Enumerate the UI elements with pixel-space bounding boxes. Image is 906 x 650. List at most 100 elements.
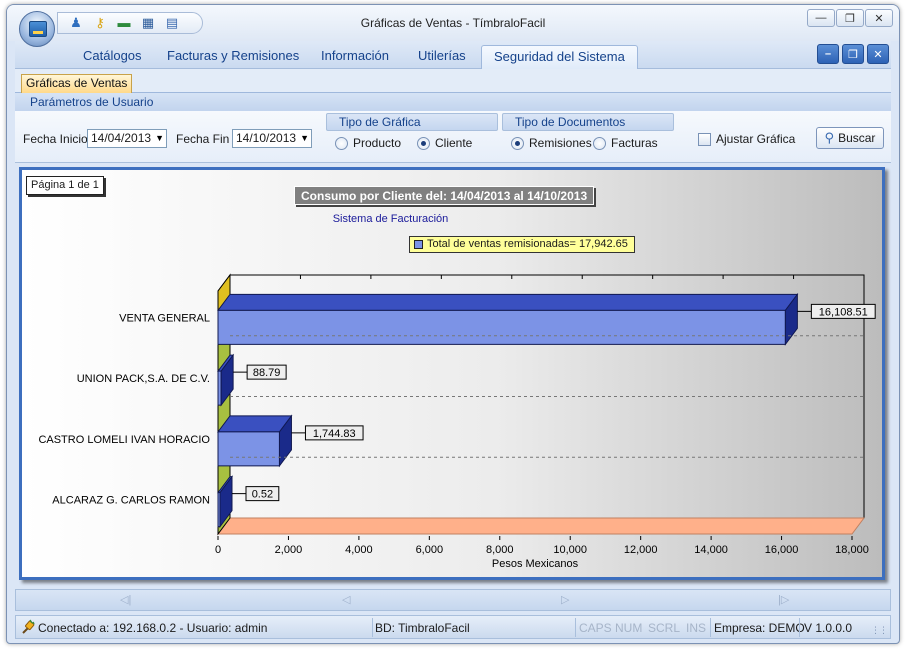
status-version: V 1.0.0.0	[804, 621, 853, 635]
resize-grip-icon[interactable]: ⋮⋮	[871, 625, 888, 636]
radio-cliente-label: Cliente	[435, 136, 473, 150]
radio-remisiones[interactable]: Remisiones	[511, 136, 592, 150]
x-tick-label: 4,000	[345, 544, 373, 556]
bar-top	[217, 415, 293, 433]
legend-label: Total de ventas remisionadas= 17,942.65	[427, 238, 628, 250]
chart-canvas: 0 2,000 4,000 6,000 8,000 10,000 12,000 14,000 1…	[38, 273, 876, 570]
ajustar-grafica-checkbox[interactable]: Ajustar Gráfica	[698, 132, 795, 146]
status-separator	[372, 618, 373, 637]
x-tick-label: 0	[215, 544, 221, 556]
y-tick-label: CASTRO LOMELI IVAN HORACIO	[38, 434, 210, 446]
tipo-documentos-group: Tipo de Documentos Remisiones Facturas	[502, 113, 674, 155]
tab-utilerias[interactable]: Utilerías	[406, 45, 478, 69]
tab-informacion[interactable]: Información	[309, 45, 401, 69]
y-tick-label: VENTA GENERAL	[119, 312, 210, 324]
status-connection: Conectado a: 192.168.0.2 - Usuario: admi…	[38, 621, 268, 635]
ribbon-tabs: Catálogos Facturas y Remisiones Informac…	[15, 41, 891, 69]
status-separator	[799, 618, 800, 637]
tab-graficas-ventas[interactable]: Gráficas de Ventas	[21, 74, 133, 93]
status-ins: INS	[686, 621, 707, 635]
connection-plug-icon	[22, 619, 35, 634]
x-tick-label: 18,000	[835, 544, 869, 556]
fecha-fin-label: Fecha Fin	[176, 132, 230, 146]
nav-last-button[interactable]: |▷	[778, 593, 789, 606]
restore-button[interactable]: ❐	[836, 9, 864, 27]
x-tick-label: 10,000	[553, 544, 587, 556]
buscar-button[interactable]: ⚲ Buscar	[816, 127, 884, 149]
fecha-fin-picker[interactable]: 14/10/2013 ▼	[232, 129, 312, 148]
fecha-inicio-label: Fecha Inicio	[23, 132, 88, 146]
radio-producto-dot[interactable]	[335, 136, 348, 150]
nav-prev-button[interactable]: ◁	[342, 593, 350, 606]
radio-producto-label: Producto	[353, 136, 402, 150]
status-separator	[710, 618, 711, 637]
radio-cliente-dot[interactable]	[417, 136, 430, 150]
chevron-down-icon[interactable]: ▼	[300, 130, 309, 147]
status-separator	[575, 618, 576, 637]
radio-remisiones-dot[interactable]	[511, 136, 524, 150]
radio-producto[interactable]: Producto	[335, 136, 401, 150]
chart-title: Consumo por Cliente del: 14/04/2013 al 1…	[294, 186, 595, 205]
params-panel: Fecha Inicio 14/04/2013 ▼ Fecha Fin 14/1…	[15, 111, 891, 163]
page-indicator: Página 1 de 1	[26, 176, 104, 195]
tipo-documentos-label: Tipo de Documentos	[502, 113, 674, 131]
tipo-grafica-label: Tipo de Gráfica	[326, 113, 498, 131]
status-scrl: SCRL	[648, 621, 681, 635]
status-num: NUM	[615, 621, 643, 635]
bar-top	[217, 293, 799, 311]
chevron-down-icon[interactable]: ▼	[155, 130, 164, 147]
application-menu-button[interactable]	[19, 11, 55, 47]
x-tick-label: 6,000	[416, 544, 444, 556]
x-tick-label: 2,000	[275, 544, 303, 556]
record-navigator: ◁| ◁ ▷ |▷	[15, 589, 891, 611]
window-controls: — ❐ ✕	[807, 9, 893, 27]
fecha-inicio-value: 14/04/2013	[91, 131, 152, 145]
bar	[217, 309, 786, 345]
mdi-minimize-button[interactable]: –	[817, 44, 839, 64]
status-database: BD: TimbraloFacil	[375, 621, 470, 635]
status-empresa: Empresa: DEMO	[714, 621, 805, 635]
nav-first-button[interactable]: ◁|	[120, 593, 131, 606]
window-title: Gráficas de Ventas - TímbraloFacil	[360, 16, 546, 30]
chart-legend: Total de ventas remisionadas= 17,942.65	[409, 236, 635, 253]
app-window: ♟ ⚷ ▬ ▦ ▤ Gráficas de Ventas - TímbraloF…	[6, 4, 900, 644]
radio-facturas[interactable]: Facturas	[593, 136, 658, 150]
close-button[interactable]: ✕	[865, 9, 893, 27]
mdi-controls: – ❐ ✕	[817, 44, 889, 64]
x-tick-label: 16,000	[765, 544, 799, 556]
y-tick-label: UNION PACK,S.A. DE C.V.	[77, 373, 210, 385]
params-header: Parámetros de Usuario	[15, 93, 891, 111]
mdi-close-button[interactable]: ✕	[867, 44, 889, 64]
fecha-inicio-picker[interactable]: 14/04/2013 ▼	[87, 129, 167, 148]
data-label: 1,744.83	[313, 428, 356, 440]
chart-panel: 0 2,000 4,000 6,000 8,000 10,000 12,000 14,000 1…	[19, 167, 885, 580]
fecha-fin-value: 14/10/2013	[236, 131, 297, 145]
tab-seguridad-sistema[interactable]: Seguridad del Sistema	[481, 45, 638, 69]
minimize-button[interactable]: —	[807, 9, 835, 27]
buscar-label: Buscar	[838, 131, 876, 145]
nav-next-button[interactable]: ▷	[561, 593, 569, 606]
x-tick-label: 8,000	[486, 544, 514, 556]
mdi-restore-button[interactable]: ❐	[842, 44, 864, 64]
data-label: 88.79	[253, 367, 281, 379]
data-label: 16,108.51	[819, 306, 868, 318]
radio-facturas-label: Facturas	[611, 136, 658, 150]
tab-facturas-remisiones[interactable]: Facturas y Remisiones	[155, 45, 311, 69]
y-tick-label: ALCARAZ G. CARLOS RAMON	[52, 495, 210, 507]
radio-cliente[interactable]: Cliente	[417, 136, 472, 150]
legend-swatch	[414, 240, 423, 249]
search-icon: ⚲	[824, 130, 835, 145]
status-bar: Conectado a: 192.168.0.2 - Usuario: admi…	[15, 615, 891, 639]
ajustar-grafica-box[interactable]	[698, 132, 711, 146]
x-tick-label: 12,000	[624, 544, 658, 556]
tab-catalogos[interactable]: Catálogos	[71, 45, 154, 69]
radio-facturas-dot[interactable]	[593, 136, 606, 150]
status-caps: CAPS	[579, 621, 612, 635]
chart-floor	[217, 517, 865, 535]
chart-subtitle: Sistema de Facturación	[332, 213, 449, 225]
tipo-grafica-group: Tipo de Gráfica Producto Cliente	[326, 113, 498, 155]
document-tabs: Gráficas de Ventas	[15, 69, 891, 93]
ajustar-grafica-label: Ajustar Gráfica	[716, 132, 796, 146]
app-logo-icon	[29, 21, 47, 37]
bar	[217, 431, 280, 467]
